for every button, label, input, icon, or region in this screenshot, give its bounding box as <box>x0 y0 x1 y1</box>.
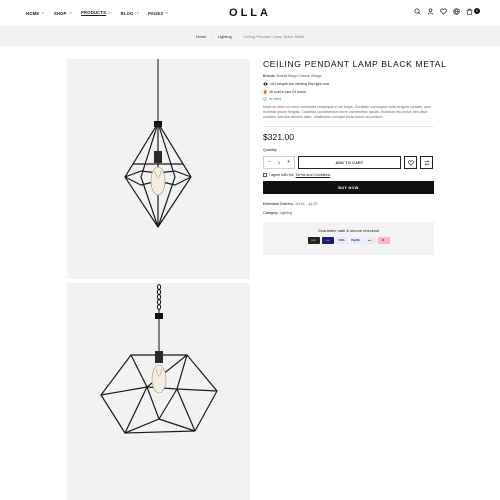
compare-button[interactable] <box>420 156 433 169</box>
product-category: Category: Lighting <box>263 211 434 215</box>
viewing-notice: 104 people are viewing this right now <box>263 82 434 86</box>
pendant-lamp-illustration <box>100 284 218 434</box>
breadcrumb: Home › Lighting › Ceiling Pendant Lamp B… <box>0 26 500 46</box>
pendant-lamp-illustration <box>124 59 192 228</box>
product-brands: Brands: Amelia Bingo Cresce Village <box>263 74 434 78</box>
stock-status: In stock <box>263 97 434 101</box>
site-header: HOME SHOP PRODUCTS BLOG PAGES OLLA 0 <box>0 0 500 26</box>
delivery-label: Estimated Delivery: <box>263 202 294 206</box>
quantity-value[interactable]: 1 <box>278 160 280 165</box>
quantity-label: Quantity: <box>263 148 278 152</box>
delivery-value: Jul 18 - Jul 23 <box>294 202 318 206</box>
agree-text: I agree with the <box>269 173 294 177</box>
category-value[interactable]: Lighting <box>280 211 293 215</box>
product-title: CEILING PENDANT LAMP BLACK METAL <box>263 59 447 69</box>
eye-icon <box>263 82 268 86</box>
payment-badge-amazon: pay <box>307 237 320 244</box>
divider <box>263 126 434 127</box>
add-to-cart-button[interactable]: ADD TO CART <box>298 156 401 169</box>
breadcrumb-separator: › <box>211 33 213 39</box>
category-label: Category: <box>263 211 279 215</box>
checkout-text: Guarantee safe & secure checkout <box>317 228 380 233</box>
compare-icon <box>423 159 430 166</box>
sold-text: 26 sold in last 24 hours <box>269 89 306 94</box>
currency-icon[interactable] <box>453 8 460 15</box>
buy-now-button[interactable]: BUY NOW <box>263 181 434 194</box>
product-image-secondary[interactable] <box>67 283 250 500</box>
header-icons: 0 <box>414 8 480 15</box>
estimated-delivery: Estimated Delivery: Jul 18 - Jul 23 <box>263 202 434 206</box>
stock-text: In stock <box>269 97 282 101</box>
quantity-increase-button[interactable]: + <box>287 160 290 165</box>
payment-badge-visa: VISA <box>335 237 348 244</box>
product-price: $321.00 <box>263 132 295 142</box>
product-info: CEILING PENDANT LAMP BLACK METAL Brands:… <box>263 59 447 255</box>
payment-badge-paypal: PayPal <box>349 237 362 244</box>
payment-badge-mastercard: ●● <box>321 237 334 244</box>
wishlist-icon[interactable] <box>440 8 447 15</box>
sold-notice: 26 sold in last 24 hours <box>263 89 434 94</box>
terms-link[interactable]: Terms and Conditions <box>296 173 331 177</box>
cart-button[interactable]: 0 <box>466 8 480 15</box>
search-icon[interactable] <box>414 8 421 15</box>
payment-badge-maestro: ●● <box>363 237 376 244</box>
payment-methods: pay ●● VISA PayPal ●● K. <box>263 237 434 244</box>
terms-agreement: I agree with the Terms and Conditions <box>263 173 434 177</box>
quantity-decrease-button[interactable]: − <box>268 160 271 165</box>
account-icon[interactable] <box>427 8 434 15</box>
fire-icon <box>263 89 267 94</box>
breadcrumb-home[interactable]: Home <box>196 34 207 39</box>
terms-checkbox[interactable] <box>263 173 267 177</box>
wishlist-button[interactable] <box>404 156 417 169</box>
product-description: Nunc eu dolor eu nunc commodo consequat … <box>263 105 431 119</box>
breadcrumb-current: Ceiling Pendant Lamp Black Metal <box>243 33 305 39</box>
cart-count-badge: 0 <box>474 8 480 14</box>
payment-badge-klarna: K. <box>377 237 390 244</box>
breadcrumb-separator: › <box>236 33 239 39</box>
quantity-stepper: − 1 + <box>263 156 295 169</box>
brands-value[interactable]: Amelia Bingo Cresce Village <box>276 74 321 78</box>
breadcrumb-category[interactable]: Lighting <box>218 34 232 39</box>
check-circle-icon <box>263 97 267 101</box>
secure-checkout-box: Guarantee safe & secure checkout pay ●● VI… <box>263 222 434 255</box>
brands-label: Brands: <box>263 74 276 78</box>
product-image-main[interactable] <box>67 59 250 279</box>
heart-icon <box>407 159 414 166</box>
viewing-text: 104 people are viewing this right now <box>270 82 330 86</box>
add-to-cart-row: − 1 + ADD TO CART <box>263 156 434 169</box>
cart-icon <box>466 8 473 15</box>
